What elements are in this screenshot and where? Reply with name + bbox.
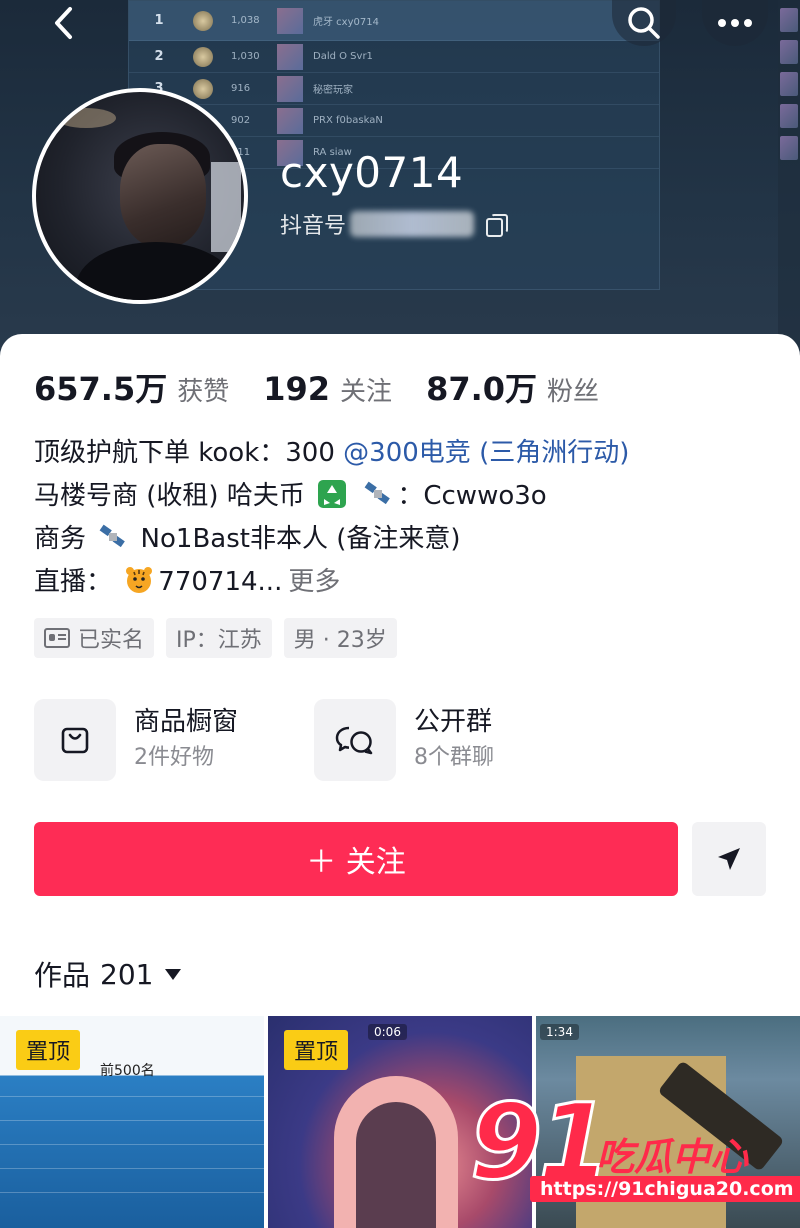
bio-text: 马楼号商 (收租) 哈夫币	[34, 481, 305, 511]
leaderboard-points: 1,030	[231, 51, 260, 62]
more-dots-icon	[718, 19, 752, 27]
caret-down-icon	[165, 968, 182, 980]
share-button[interactable]	[692, 822, 766, 896]
chevron-left-icon	[55, 7, 72, 39]
tiger-emoji-icon	[126, 567, 153, 593]
tag-label: IP：江苏	[176, 628, 262, 653]
watermark-name: 吃瓜中心	[596, 1135, 749, 1179]
search-icon	[628, 7, 660, 39]
public-group-entry[interactable]: 公开群 8个群聊	[314, 698, 572, 782]
bio-mention-link[interactable]: @300电竞 (三角洲行动)	[343, 438, 629, 468]
stat-following[interactable]: 192 关注	[263, 370, 392, 408]
stat-value: 657.5万	[34, 370, 168, 408]
banner-side-strip	[778, 0, 800, 372]
player-avatar	[277, 43, 303, 70]
leaderboard-rank: 1	[154, 13, 164, 28]
bio-text: 直播：	[34, 567, 113, 597]
pinned-badge: 置顶	[16, 1030, 81, 1070]
douyin-id-value-blurred	[350, 211, 475, 237]
leaderboard-player-name: 秘密玩家	[313, 85, 353, 96]
stat-followers[interactable]: 87.0万 粉丝	[426, 364, 599, 410]
profile-avatar[interactable]	[32, 88, 248, 304]
stat-value: 192	[263, 370, 331, 408]
leaderboard-row: 3 916 秘密玩家	[129, 73, 659, 105]
shop-window-title: 商品橱窗	[134, 707, 239, 737]
group-icon-box	[314, 699, 396, 781]
douyin-id-label: 抖音号	[280, 214, 347, 239]
satellite-emoji-icon	[364, 481, 391, 505]
tag-label: 男 · 23岁	[293, 628, 387, 653]
chat-bubbles-icon	[335, 726, 373, 755]
follow-button[interactable]: ＋ 关注	[34, 822, 678, 896]
more-options-button[interactable]	[702, 0, 768, 46]
back-button[interactable]	[32, 0, 96, 46]
thumbnail-timer: 0:06	[368, 1024, 407, 1040]
profile-banner: 1 1,038 虎牙 cxy0714 2 1,030 Dald O Svr1 3…	[0, 0, 800, 372]
shop-window-subtitle: 2件好物	[134, 745, 214, 770]
tag-ip-location: IP：江苏	[166, 618, 272, 658]
bio-line: 顶级护航下单 kook：300 @300电竞 (三角洲行动)	[34, 432, 774, 475]
leaderboard-player-name: PRX f0baskaN	[313, 115, 383, 126]
stat-label: 关注	[340, 377, 393, 407]
shop-icon-box	[34, 699, 116, 781]
tag-label: 已实名	[78, 628, 145, 653]
rank-medal-icon	[193, 78, 213, 99]
leaderboard-row: 2 1,030 Dald O Svr1	[129, 41, 659, 73]
profile-tags: 已实名 IP：江苏 男 · 23岁	[34, 618, 397, 658]
douyin-id: 抖音号	[280, 208, 509, 240]
send-arrow-icon	[718, 848, 740, 870]
bio-text: No1Bast非本人 (备注来意)	[132, 524, 461, 554]
site-watermark: 91 吃瓜中心 https://91chigua20.com	[469, 1089, 800, 1228]
bio-text: 商务	[34, 524, 87, 554]
leaderboard-player-name: 虎牙 cxy0714	[313, 17, 379, 28]
stat-label: 粉丝	[547, 377, 600, 407]
works-count: 201	[100, 957, 154, 991]
bio-text: 770714...	[158, 567, 283, 597]
video-thumbnail[interactable]: 前500名 置顶	[0, 1016, 264, 1228]
player-avatar	[277, 107, 303, 134]
bio-line: 商务 No1Bast非本人 (备注来意)	[34, 518, 774, 561]
works-label: 作品	[34, 959, 91, 992]
bio-text: ：Ccwwo3o	[397, 481, 547, 511]
leaderboard-player-name: Dald O Svr1	[313, 51, 373, 62]
rank-medal-icon	[193, 10, 213, 31]
player-avatar	[277, 7, 303, 34]
public-group-title: 公开群	[414, 707, 493, 737]
profile-bio: 顶级护航下单 kook：300 @300电竞 (三角洲行动) 马楼号商 (收租)…	[34, 432, 774, 604]
bio-line: 马楼号商 (收租) 哈夫币 ：Ccwwo3o	[34, 475, 774, 518]
watermark-url: https://91chigua20.com	[530, 1176, 800, 1202]
leaderboard-points: 902	[231, 115, 251, 126]
public-group-subtitle: 8个群聊	[414, 745, 494, 770]
stat-likes[interactable]: 657.5万 获赞	[34, 364, 229, 410]
profile-username: cxy0714	[280, 148, 464, 197]
rank-medal-icon	[193, 46, 213, 67]
bio-line: 直播： 770714... 更多	[34, 561, 774, 604]
recycle-emoji-icon	[318, 480, 347, 508]
satellite-emoji-icon	[99, 524, 126, 548]
player-avatar	[277, 75, 303, 102]
bio-more-link[interactable]: 更多	[288, 567, 340, 597]
copy-icon[interactable]	[484, 213, 509, 237]
thumbnail-timer: 1:34	[540, 1024, 579, 1040]
tag-gender-age: 男 · 23岁	[283, 618, 397, 658]
pinned-badge: 置顶	[284, 1030, 349, 1070]
shopping-bag-icon	[61, 727, 89, 754]
tag-verified: 已实名	[34, 618, 155, 658]
leaderboard-rank: 2	[154, 49, 164, 64]
bio-text: 顶级护航下单 kook：300	[34, 438, 344, 468]
shop-window-entry[interactable]: 商品橱窗 2件好物	[34, 698, 292, 782]
leaderboard-row: 1 1,038 虎牙 cxy0714	[129, 1, 659, 41]
leaderboard-points: 1,038	[231, 15, 260, 26]
id-card-icon	[44, 628, 70, 648]
leaderboard-points: 916	[231, 83, 251, 94]
stat-value: 87.0万	[426, 370, 538, 408]
action-row: ＋ 关注	[34, 822, 766, 896]
profile-stats: 657.5万 获赞 192 关注 87.0万 粉丝	[34, 364, 633, 410]
thumbnail-caption: 前500名	[100, 1063, 155, 1079]
stat-label: 获赞	[177, 377, 230, 407]
profile-entries: 商品橱窗 2件好物 公开群 8个群聊	[34, 698, 572, 782]
works-tab[interactable]: 作品 201	[34, 954, 182, 994]
